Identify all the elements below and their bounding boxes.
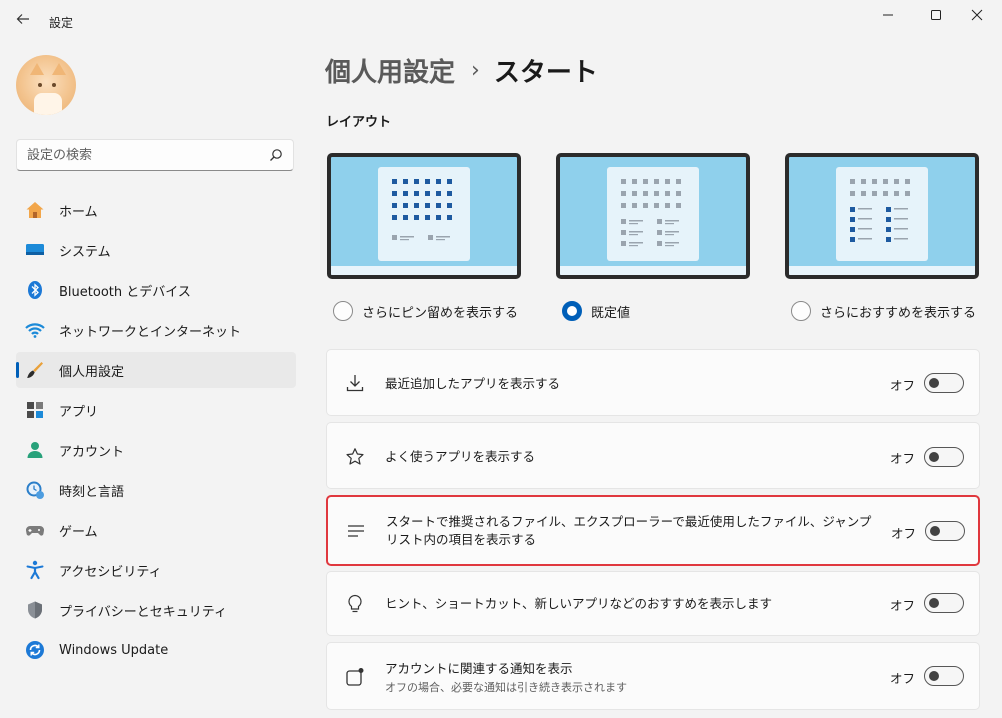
sidebar-item-bluetooth[interactable]: Bluetooth とデバイス [16, 272, 296, 308]
toggle-state-label: オフ [890, 598, 916, 613]
gaming-icon [24, 520, 46, 540]
setting-most-used-apps[interactable]: よく使うアプリを表示する オフ [326, 422, 980, 489]
sidebar-item-label: アクセシビリティ [59, 564, 162, 580]
toggle-state-label: オフ [891, 526, 917, 541]
sidebar-item-label: ネットワークとインターネット [59, 324, 242, 340]
setting-account-notifications[interactable]: アカウントに関連する通知を表示 オフの場合、必要な通知は引き続き表示されます オ… [326, 642, 980, 710]
sidebar-item-personalization[interactable]: 個人用設定 [16, 352, 296, 388]
layout-preview-more-recommendations[interactable] [785, 153, 979, 279]
sidebar-item-accessibility[interactable]: アクセシビリティ [16, 552, 296, 588]
app-title: 設定 [49, 16, 74, 30]
back-arrow-icon[interactable] [12, 10, 34, 32]
minimize-icon[interactable] [871, 4, 905, 26]
sidebar-item-windows-update[interactable]: Windows Update [16, 632, 296, 668]
toggle-switch[interactable] [925, 521, 965, 541]
sidebar-item-time-language[interactable]: 時刻と言語 [16, 472, 296, 508]
layout-section-title: レイアウト [326, 115, 392, 130]
search-icon[interactable] [269, 148, 283, 162]
sidebar-item-home[interactable]: ホーム [16, 192, 296, 228]
personalization-icon [24, 360, 46, 380]
breadcrumb-parent[interactable]: 個人用設定 [325, 52, 455, 89]
apps-icon [24, 400, 46, 420]
start-menu-preview-icon [850, 179, 910, 242]
breadcrumb-separator: › [471, 58, 480, 83]
page-title: スタート [493, 58, 598, 88]
sidebar-item-label: アカウント [59, 444, 125, 460]
list-lines-icon [345, 520, 367, 542]
toggle-switch[interactable] [924, 666, 964, 686]
accessibility-icon [24, 560, 46, 580]
radio-label: 既定値 [591, 305, 631, 321]
title-bar: 設定 [0, 0, 1002, 44]
setting-recently-added-apps[interactable]: 最近追加したアプリを表示する オフ [326, 349, 980, 416]
setting-tips-recommendations[interactable]: ヒント、ショートカット、新しいアプリなどのおすすめを表示します オフ [326, 571, 980, 636]
layout-option-more-pins[interactable]: さらにピン留めを表示する [333, 301, 518, 321]
start-menu-preview-icon [392, 179, 452, 241]
setting-label: アカウントに関連する通知を表示 オフの場合、必要な通知は引き続き表示されます [385, 660, 875, 696]
radio-button[interactable] [791, 301, 811, 321]
toggle-switch[interactable] [924, 447, 964, 467]
search-input[interactable] [27, 140, 267, 170]
download-icon [344, 372, 366, 394]
windows-update-icon [24, 640, 46, 660]
layout-option-default[interactable]: 既定値 [562, 301, 630, 321]
time-language-icon [24, 480, 46, 500]
radio-button-checked[interactable] [562, 301, 582, 321]
sidebar-item-label: Bluetooth とデバイス [59, 284, 191, 300]
star-icon [344, 446, 366, 468]
radio-button[interactable] [333, 301, 353, 321]
layout-preview-default[interactable] [556, 153, 750, 279]
radio-label: さらにピン留めを表示する [362, 305, 519, 321]
sidebar-item-label: アプリ [59, 404, 99, 420]
toggle-switch[interactable] [924, 593, 964, 613]
toggle-state-label: オフ [890, 378, 916, 393]
avatar[interactable] [16, 55, 76, 115]
setting-recommended-files[interactable]: スタートで推奨されるファイル、エクスプローラーで最近使用したファイル、ジャンプ … [326, 495, 980, 566]
sidebar-item-label: ゲーム [59, 524, 98, 540]
sidebar-item-account[interactable]: アカウント [16, 432, 296, 468]
setting-description: オフの場合、必要な通知は引き続き表示されます [385, 681, 627, 694]
toggle-state-label: オフ [890, 671, 916, 686]
sidebar-item-label: 個人用設定 [59, 364, 125, 380]
setting-label: よく使うアプリを表示する [385, 449, 536, 464]
toggle-state-label: オフ [890, 451, 916, 466]
network-icon [24, 320, 46, 340]
sidebar-item-label: Windows Update [59, 642, 169, 658]
sidebar-nav: ホーム システム Bluetooth とデバイス ネットワークとインターネット … [16, 192, 296, 672]
system-icon [24, 240, 46, 260]
sidebar-item-network[interactable]: ネットワークとインターネット [16, 312, 296, 348]
sidebar-item-gaming[interactable]: ゲーム [16, 512, 296, 548]
layout-option-more-recommendations[interactable]: さらにおすすめを表示する [791, 301, 976, 321]
sidebar-item-apps[interactable]: アプリ [16, 392, 296, 428]
breadcrumb: 個人用設定 › スタート [325, 52, 598, 89]
lightbulb-icon [344, 593, 366, 615]
close-icon[interactable] [960, 4, 994, 26]
sidebar-item-label: 時刻と言語 [59, 484, 125, 500]
bluetooth-icon [24, 280, 46, 300]
sidebar-item-privacy[interactable]: プライバシーとセキュリティ [16, 592, 296, 628]
setting-label: ヒント、ショートカット、新しいアプリなどのおすすめを表示します [385, 596, 773, 611]
setting-label: 最近追加したアプリを表示する [385, 376, 561, 391]
sidebar-item-label: システム [59, 244, 111, 260]
radio-label: さらにおすすめを表示する [820, 305, 977, 321]
layout-preview-more-pins[interactable] [327, 153, 521, 279]
privacy-shield-icon [24, 600, 46, 620]
home-icon [24, 200, 46, 220]
sidebar-item-label: ホーム [59, 204, 98, 220]
maximize-icon[interactable] [919, 4, 953, 26]
toggle-switch[interactable] [924, 373, 964, 393]
account-icon [24, 440, 46, 460]
setting-label-main: アカウントに関連する通知を表示 [385, 661, 573, 676]
sidebar-item-system[interactable]: システム [16, 232, 296, 268]
sidebar-item-label: プライバシーとセキュリティ [59, 604, 227, 620]
start-menu-preview-icon [621, 179, 681, 247]
account-notification-icon [344, 666, 366, 688]
setting-label: スタートで推奨されるファイル、エクスプローラーで最近使用したファイル、ジャンプ … [386, 514, 872, 547]
search-box[interactable] [16, 139, 294, 171]
